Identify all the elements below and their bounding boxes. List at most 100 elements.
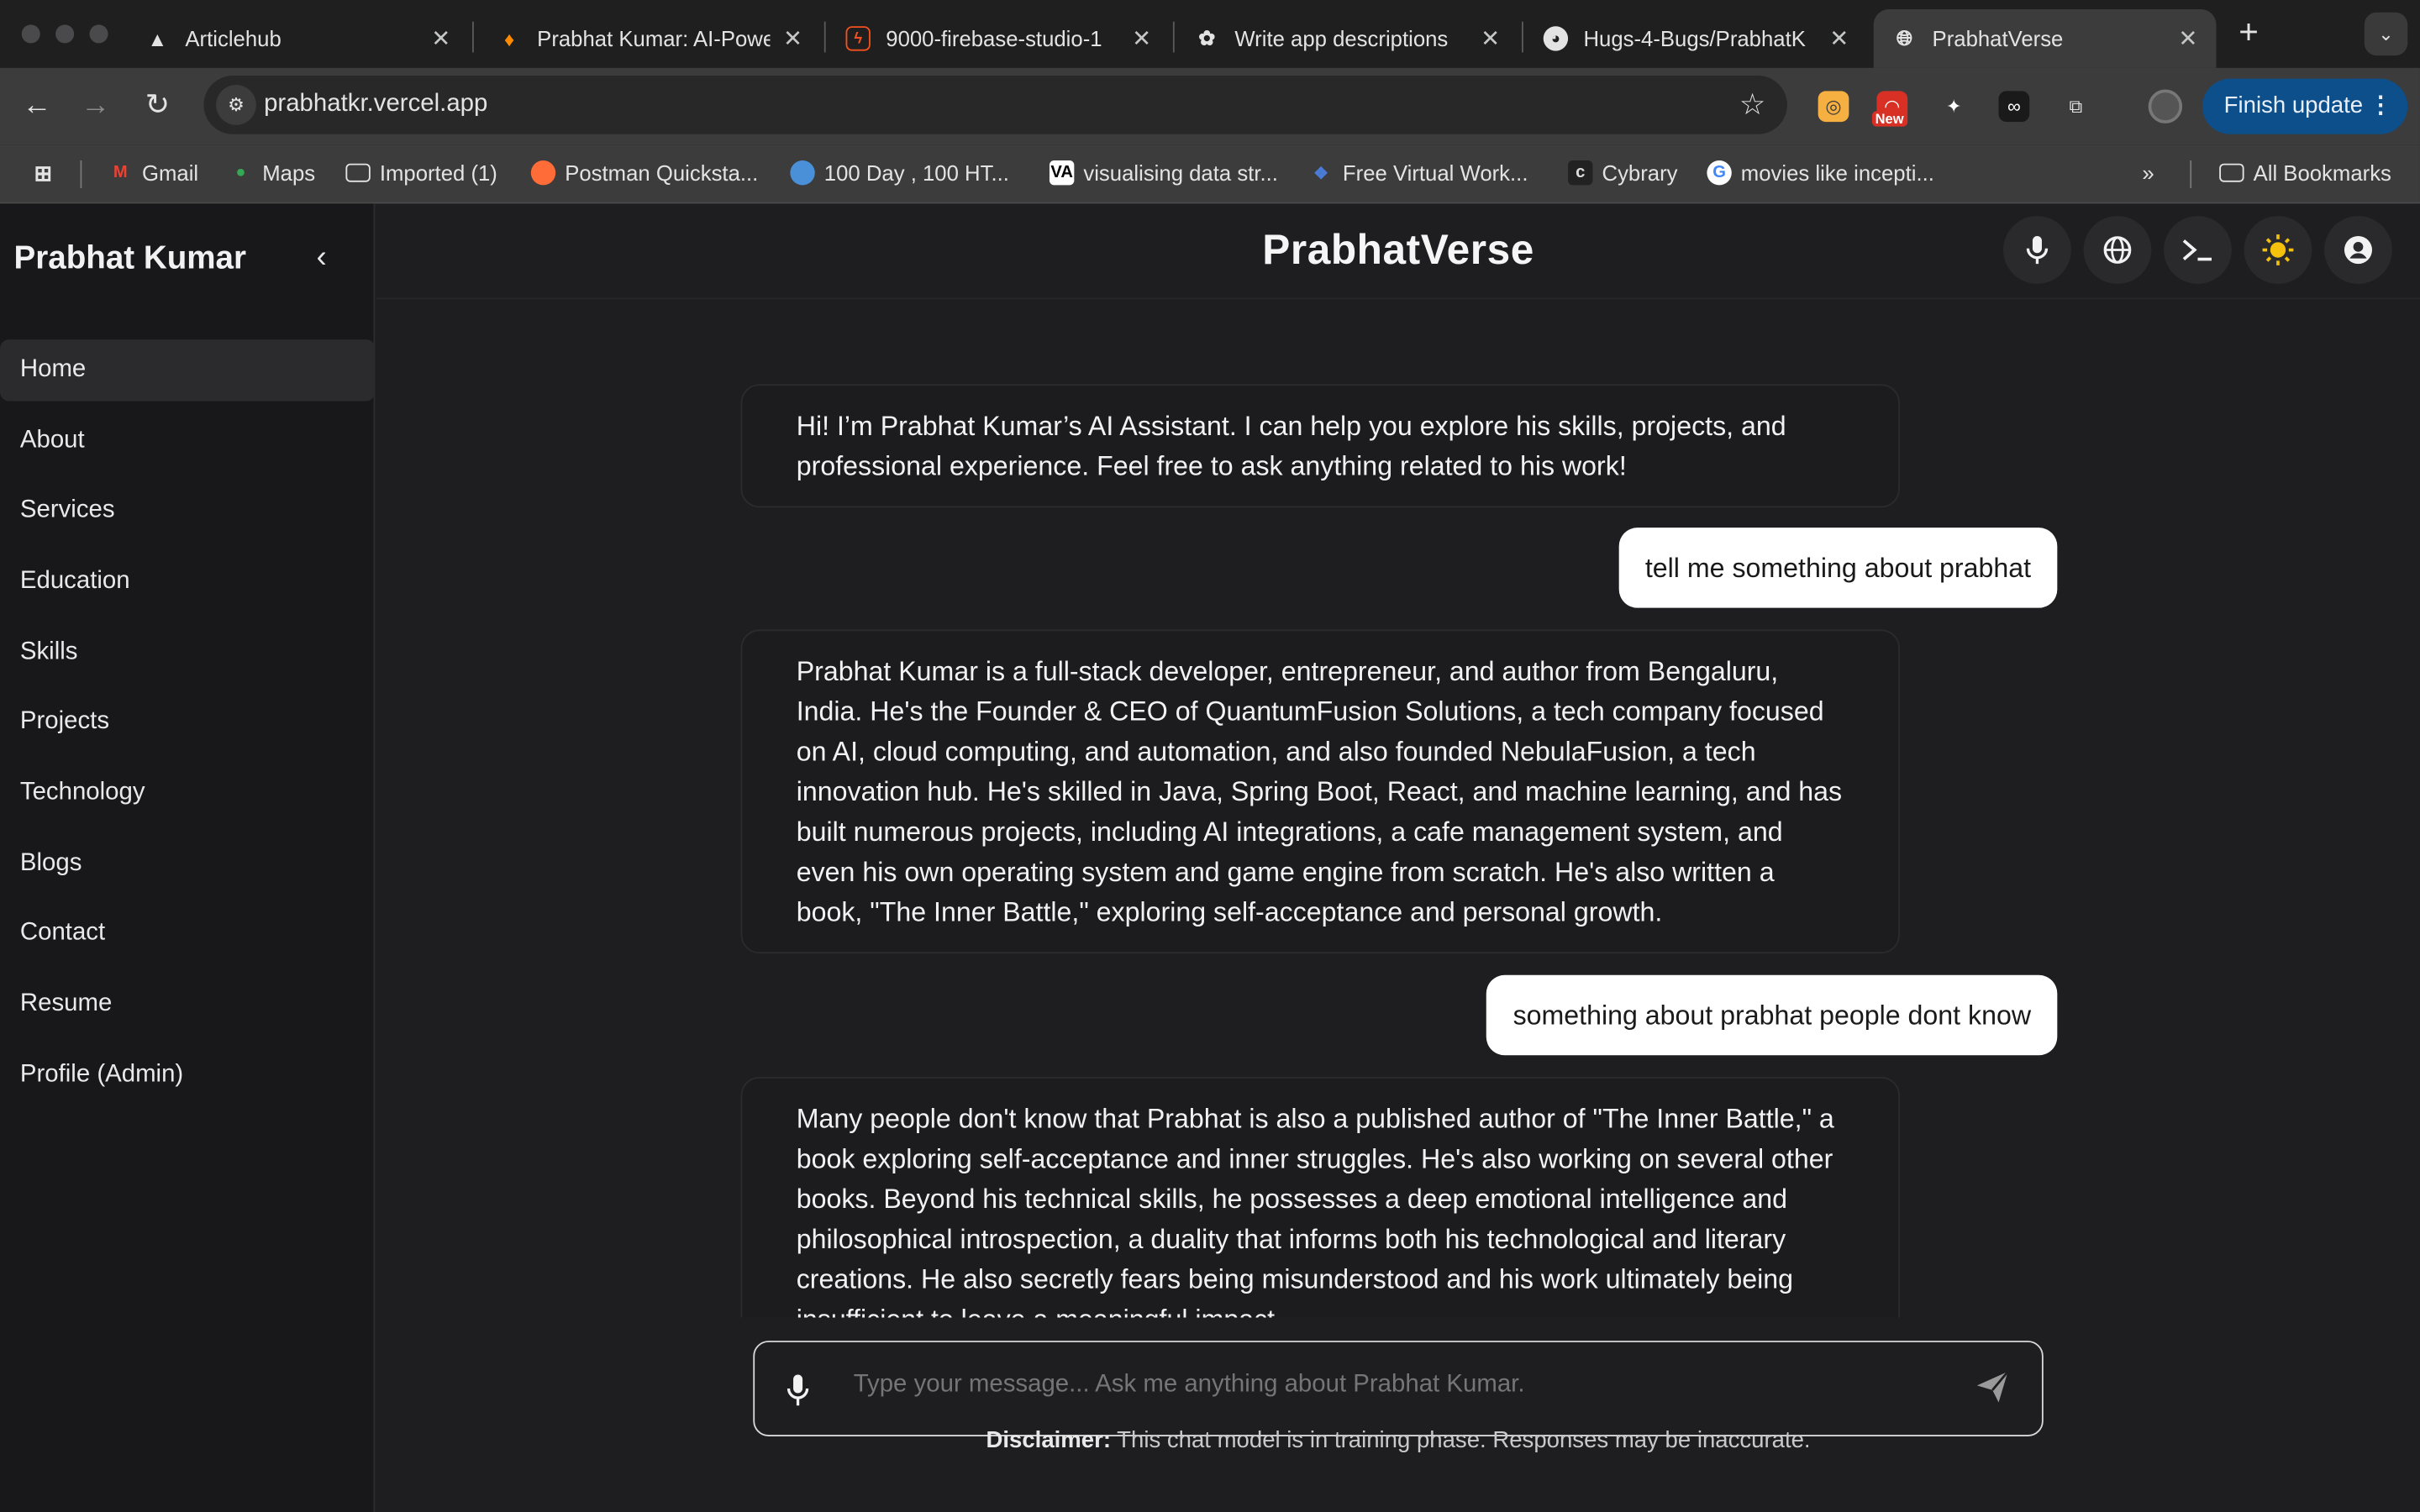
address-bar[interactable]: ⚙ prabhatkr.vercel.app ☆ bbox=[203, 75, 1787, 134]
apps-grid-icon[interactable]: ⊞ bbox=[31, 160, 65, 185]
bookmark-label: 100 Day , 100 HT... bbox=[823, 160, 1009, 186]
mic-icon[interactable] bbox=[2003, 216, 2071, 284]
sidebar-item-education[interactable]: Education bbox=[0, 551, 375, 612]
url-text[interactable]: prabhatkr.vercel.app bbox=[264, 91, 487, 118]
incognito-extension-icon[interactable]: ∞ bbox=[1998, 91, 2030, 123]
sidebar-item-projects[interactable]: Projects bbox=[0, 691, 375, 753]
maximize-window-dot[interactable] bbox=[89, 24, 108, 44]
more-vert-icon[interactable]: ⋮ bbox=[2369, 79, 2392, 134]
tab-prabhatverse[interactable]: 🌐︎ PrabhatVerse ✕ bbox=[1873, 9, 2217, 68]
close-icon[interactable]: ✕ bbox=[1132, 24, 1151, 52]
bookmark-gmail[interactable]: M Gmail bbox=[108, 160, 198, 185]
close-icon[interactable]: ✕ bbox=[1481, 24, 1500, 52]
google-icon: G bbox=[1707, 160, 1732, 186]
extension-icon[interactable]: ◎ bbox=[1818, 91, 1849, 123]
sidebar-item-about[interactable]: About bbox=[0, 411, 375, 472]
firebase-studio-icon: ϟ bbox=[845, 26, 871, 51]
sidebar-item-contact[interactable]: Contact bbox=[0, 902, 375, 963]
bookmark-postman[interactable]: Postman Quicksta... bbox=[530, 160, 758, 186]
assistant-message: Hi! I’m Prabhat Kumar’s AI Assistant. I … bbox=[740, 384, 1900, 508]
bookmark-label: Free Virtual Work... bbox=[1342, 160, 1528, 186]
bookmark-label: Maps bbox=[262, 160, 316, 186]
back-arrow-icon[interactable]: ← bbox=[18, 88, 55, 125]
bookmark-star-icon[interactable]: ☆ bbox=[1739, 88, 1765, 123]
assistant-message: Prabhat Kumar is a full-stack developer,… bbox=[740, 629, 1900, 954]
gmail-icon: M bbox=[113, 163, 128, 182]
sidebar-item-resume[interactable]: Resume bbox=[0, 974, 375, 1035]
user-circle-icon[interactable] bbox=[2324, 216, 2392, 284]
all-bookmarks[interactable]: All Bookmarks bbox=[2219, 160, 2391, 185]
sparkle-extension-icon[interactable]: ✦ bbox=[1939, 91, 1970, 122]
reload-icon[interactable]: ↻ bbox=[139, 88, 176, 125]
tab-github[interactable]: ◕ Hugs-4-Bugs/PrabhatK ✕ bbox=[1525, 9, 1868, 68]
main-content: PrabhatVerse Hi! I’m Prabhat Kumar’s AI … bbox=[376, 203, 2420, 1512]
bookmark-visualgo[interactable]: VA visualising data str... bbox=[1049, 160, 1278, 186]
terminal-icon[interactable] bbox=[2164, 216, 2232, 284]
sun-icon[interactable] bbox=[2244, 216, 2312, 284]
message-composer bbox=[753, 1341, 2044, 1436]
firebase-icon: ♦ bbox=[503, 27, 515, 50]
bookmark-maps[interactable]: ● Maps bbox=[229, 160, 315, 185]
extensions-puzzle-icon[interactable]: ⧉ bbox=[2060, 91, 2091, 122]
new-badge: New bbox=[1871, 111, 1907, 127]
tab-title: Prabhat Kumar: AI-Powe bbox=[537, 26, 771, 51]
assistant-message: Many people don't know that Prabhat is a… bbox=[740, 1077, 1900, 1318]
bookmark-forage[interactable]: ❖ Free Virtual Work... bbox=[1309, 160, 1528, 185]
bookmark-label: movies like incepti... bbox=[1740, 160, 1934, 186]
chat-thread[interactable]: Hi! I’m Prabhat Kumar’s AI Assistant. I … bbox=[376, 299, 2420, 1318]
bookmark-icon bbox=[790, 160, 815, 186]
site-info-icon[interactable]: ⚙ bbox=[216, 85, 256, 125]
sidebar-item-blogs[interactable]: Blogs bbox=[0, 833, 375, 895]
bookmark-label: visualising data str... bbox=[1083, 160, 1278, 186]
chevron-left-icon[interactable]: ‹ bbox=[317, 241, 327, 276]
folder-icon bbox=[345, 163, 371, 182]
disclaimer-text: Disclaimer: This chat model is in traini… bbox=[376, 1427, 2420, 1453]
close-icon[interactable]: ✕ bbox=[1829, 24, 1849, 52]
sidebar-item-profile-admin[interactable]: Profile (Admin) bbox=[0, 1044, 375, 1105]
bookmark-100-day[interactable]: 100 Day , 100 HT... bbox=[790, 160, 1009, 186]
close-icon[interactable]: ✕ bbox=[431, 24, 450, 52]
articlehub-icon: ▲ bbox=[147, 27, 168, 50]
globe-icon[interactable] bbox=[2083, 216, 2152, 284]
bookmark-imported[interactable]: Imported (1) bbox=[345, 160, 497, 185]
send-icon[interactable] bbox=[1974, 1368, 2011, 1415]
minimize-window-dot[interactable] bbox=[55, 24, 75, 44]
tab-write-app-descriptions[interactable]: ✿ Write app descriptions ✕ bbox=[1176, 9, 1519, 68]
sidebar-item-technology[interactable]: Technology bbox=[0, 762, 375, 823]
tab-search-button[interactable]: ⌄ bbox=[2364, 12, 2408, 56]
bookmark-label: All Bookmarks bbox=[2253, 160, 2391, 186]
sidebar-item-services[interactable]: Services bbox=[0, 480, 375, 541]
postman-icon bbox=[530, 160, 556, 186]
close-icon[interactable]: ✕ bbox=[783, 24, 802, 52]
bookmark-cybrary[interactable]: c Cybrary bbox=[1568, 160, 1678, 186]
tab-articlehub[interactable]: ▲ Articlehub ✕ bbox=[127, 9, 470, 68]
bookmark-movies[interactable]: Gmovies like incepti... bbox=[1707, 160, 1934, 186]
message-input[interactable] bbox=[853, 1371, 1934, 1399]
cybrary-icon: c bbox=[1568, 160, 1593, 186]
app-header: PrabhatVerse bbox=[376, 203, 2420, 300]
new-tab-button[interactable]: + bbox=[2232, 14, 2265, 49]
profile-avatar[interactable] bbox=[2148, 89, 2183, 123]
tab-firebase-studio[interactable]: ϟ 9000-firebase-studio-1 ✕ bbox=[827, 9, 1170, 68]
browser-toolbar: ← → ↻ ⚙ prabhatkr.vercel.app ☆ ◎ ◠ New ✦… bbox=[0, 67, 2420, 145]
forward-arrow-icon[interactable]: → bbox=[77, 88, 114, 125]
tab-prabhat-kumar[interactable]: ♦ Prabhat Kumar: AI-Powe ✕ bbox=[478, 9, 821, 68]
globe-icon: 🌐︎ bbox=[1896, 26, 1913, 50]
disclaimer-body: This chat model is in training phase. Re… bbox=[1111, 1426, 1811, 1454]
tab-title: Articlehub bbox=[185, 26, 281, 51]
bookmark-label: Imported (1) bbox=[379, 160, 497, 186]
sidebar-item-home[interactable]: Home bbox=[0, 339, 376, 402]
user-message: something about prabhat people dont know bbox=[1486, 974, 2058, 1056]
tab-title: 9000-firebase-studio-1 bbox=[886, 26, 1102, 51]
tab-strip: ▲ Articlehub ✕ ♦ Prabhat Kumar: AI-Powe … bbox=[0, 0, 2420, 68]
close-window-dot[interactable] bbox=[21, 24, 40, 44]
bookmark-label: Cybrary bbox=[1602, 160, 1678, 186]
finish-update-button[interactable]: Finish update ⋮ bbox=[2202, 78, 2408, 134]
mic-icon[interactable] bbox=[786, 1373, 810, 1415]
sidebar-title: Prabhat Kumar bbox=[13, 240, 247, 276]
close-icon[interactable]: ✕ bbox=[2178, 24, 2197, 52]
chatgpt-icon: ✿ bbox=[1198, 26, 1216, 50]
tab-title: Hugs-4-Bugs/PrabhatK bbox=[1583, 26, 1806, 51]
bookmarks-overflow-icon[interactable]: » bbox=[2142, 160, 2154, 185]
sidebar-item-skills[interactable]: Skills bbox=[0, 622, 375, 683]
